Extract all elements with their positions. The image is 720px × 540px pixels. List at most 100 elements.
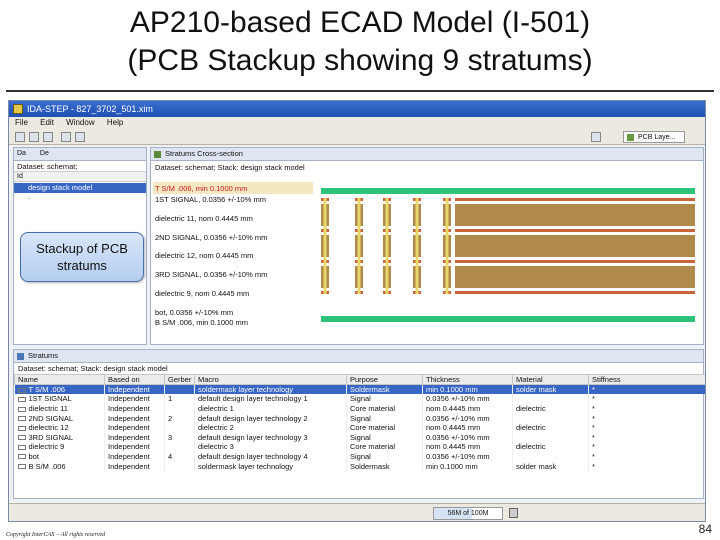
table-row[interactable]: dielectric 12 Independent dielectric 2 Core… [14, 422, 705, 433]
layer-label[interactable]: bot, 0.0356 +/-10% mm [155, 308, 233, 317]
table-row[interactable]: dielectric 11 Independent dielectric 1 Core… [14, 403, 705, 414]
menubar: File Edit Window Help [9, 117, 705, 129]
stackup-cross-section-graphic [321, 188, 695, 322]
col-name[interactable]: Name [14, 374, 105, 385]
table-row[interactable]: 1ST SIGNAL Independent 1 default design lay… [14, 394, 705, 404]
menu-edit[interactable]: Edit [40, 118, 54, 127]
stratums-icon [17, 353, 24, 360]
tab-data[interactable]: Da [17, 150, 26, 157]
table-row[interactable]: 2ND SIGNAL Independent 2 default design lay… [14, 413, 705, 423]
table-row[interactable]: T S/M .006 Independent soldermask layer te… [14, 384, 705, 395]
tree-item-design-stack-model[interactable]: design stack model [14, 183, 146, 193]
edit-icon[interactable] [61, 132, 71, 142]
layer-label[interactable]: dielectric 9, nom 0.4445 mm [155, 289, 249, 298]
cell-material [512, 451, 589, 462]
callout-line2: stratums [57, 258, 107, 273]
cell-stiffness: * [588, 442, 705, 452]
cell-macro: default design layer technology 3 [194, 432, 347, 443]
menu-window[interactable]: Window [66, 118, 94, 127]
tab-design[interactable]: De [40, 150, 49, 157]
layer-label[interactable]: T S/M .006, min 0.1000 mm [155, 184, 247, 193]
cell-based-on: Independent [104, 461, 165, 471]
cross-section-view: Stratums Cross-section Dataset: schemat;… [150, 147, 704, 345]
cell-name-text: 2ND SIGNAL [28, 413, 74, 423]
open-icon[interactable] [29, 132, 39, 142]
refresh-icon[interactable] [75, 132, 85, 142]
via-barrel [415, 198, 419, 294]
cell-name-text: T S/M .006 [28, 385, 66, 395]
window-titlebar[interactable]: IDA-STEP - 827_3702_501.xim [9, 101, 705, 117]
cell-material [512, 394, 589, 404]
layer-label[interactable]: B S/M .006, min 0.1000 mm [155, 318, 248, 327]
cell-thickness: 0.0356 +/-10% mm [422, 394, 513, 404]
cell-gerber [164, 461, 195, 471]
tree-column-id[interactable]: Id [14, 172, 146, 182]
layer-label[interactable]: dielectric 11, nom 0.4445 mm [155, 214, 253, 223]
open-perspective-icon[interactable] [591, 132, 601, 142]
layer-label[interactable]: 2ND SIGNAL, 0.0356 +/-10% mm [155, 233, 267, 242]
layer-label[interactable]: dielectric 12, nom 0.4445 mm [155, 251, 253, 260]
tab-stratums[interactable]: Stratums [14, 350, 703, 363]
cell-material: dielectric [512, 422, 589, 433]
heap-status[interactable]: 56M of 100M [433, 507, 503, 520]
cell-purpose: Core material [346, 403, 423, 414]
cell-material: solder mask [512, 384, 589, 395]
cell-based-on: Independent [104, 403, 165, 414]
cell-gerber: 3 [164, 432, 195, 443]
top-soldermask-layer [321, 188, 695, 194]
cell-based-on: Independent [104, 451, 165, 462]
menu-file[interactable]: File [15, 118, 28, 127]
table-row[interactable]: B S/M .006 Independent soldermask layer te… [14, 461, 705, 471]
table-row[interactable]: bot Independent 4 default design layer tech… [14, 451, 705, 462]
cell-name: dielectric 9 [14, 442, 105, 452]
cell-macro: dielectric 3 [194, 442, 347, 452]
cell-stiffness: * [588, 394, 705, 404]
stratum-icon [17, 406, 26, 412]
cell-based-on: Independent [104, 413, 165, 423]
cell-gerber [164, 403, 195, 414]
col-purpose[interactable]: Purpose [346, 374, 423, 385]
col-material[interactable]: Material [512, 374, 589, 385]
new-icon[interactable] [15, 132, 25, 142]
tab-stratums-cross-section[interactable]: Stratums Cross-section [151, 148, 703, 161]
cell-name-text: dielectric 11 [28, 403, 68, 413]
heap-status-label: 56M of 100M [447, 510, 489, 517]
stratum-icon [17, 454, 26, 460]
cell-material [512, 432, 589, 443]
layer-label[interactable]: 3RD SIGNAL, 0.0356 +/-10% mm [155, 270, 267, 279]
layer-label[interactable]: 1ST SIGNAL, 0.0356 +/-10% mm [155, 195, 266, 204]
tree-item[interactable]: · [14, 193, 146, 203]
table-row[interactable]: 3RD SIGNAL Independent 3 default design lay… [14, 432, 705, 443]
cell-gerber [164, 422, 195, 433]
col-macro[interactable]: Macro [194, 374, 347, 385]
cell-based-on: Independent [104, 442, 165, 452]
save-icon[interactable] [43, 132, 53, 142]
cell-name: 1ST SIGNAL [14, 394, 105, 404]
app-icon [13, 104, 23, 114]
cell-thickness: 0.0356 +/-10% mm [422, 451, 513, 462]
cell-material [512, 413, 589, 423]
col-based-on[interactable]: Based on [104, 374, 165, 385]
stratum-icon [17, 396, 26, 402]
status-bar: 56M of 100M [9, 503, 705, 521]
cell-name-text: 1ST SIGNAL [28, 394, 72, 404]
garbage-collect-icon[interactable] [509, 508, 518, 518]
cross-section-dataset: Dataset: schemat; Stack: design stack mo… [155, 163, 305, 172]
page-number: 84 [698, 522, 712, 536]
cell-name: bot [14, 451, 105, 462]
table-row[interactable]: dielectric 9 Independent dielectric 3 Core … [14, 442, 705, 452]
col-stiffness[interactable]: Stiffness [588, 374, 705, 385]
copper-layer-segment [455, 229, 695, 232]
cell-name: dielectric 12 [14, 422, 105, 433]
col-gerber[interactable]: Gerber [164, 374, 195, 385]
perspective-button[interactable]: PCB Laye... [623, 131, 685, 143]
cell-material: solder mask [512, 461, 589, 471]
menu-help[interactable]: Help [107, 118, 123, 127]
callout-stackup-of-pcb-stratums: Stackup of PCB stratums [20, 232, 144, 282]
dielectric-layer-segment [455, 266, 695, 288]
col-thickness[interactable]: Thickness [422, 374, 513, 385]
slide-title-line1: AP210-based ECAD Model (I-501) [129, 6, 591, 39]
cell-thickness: nom 0.4445 mm [422, 403, 513, 414]
slide-title: AP210-based ECAD Model (I-501) (PCB Stac… [0, 4, 720, 80]
dielectric-layer-segment [455, 235, 695, 257]
